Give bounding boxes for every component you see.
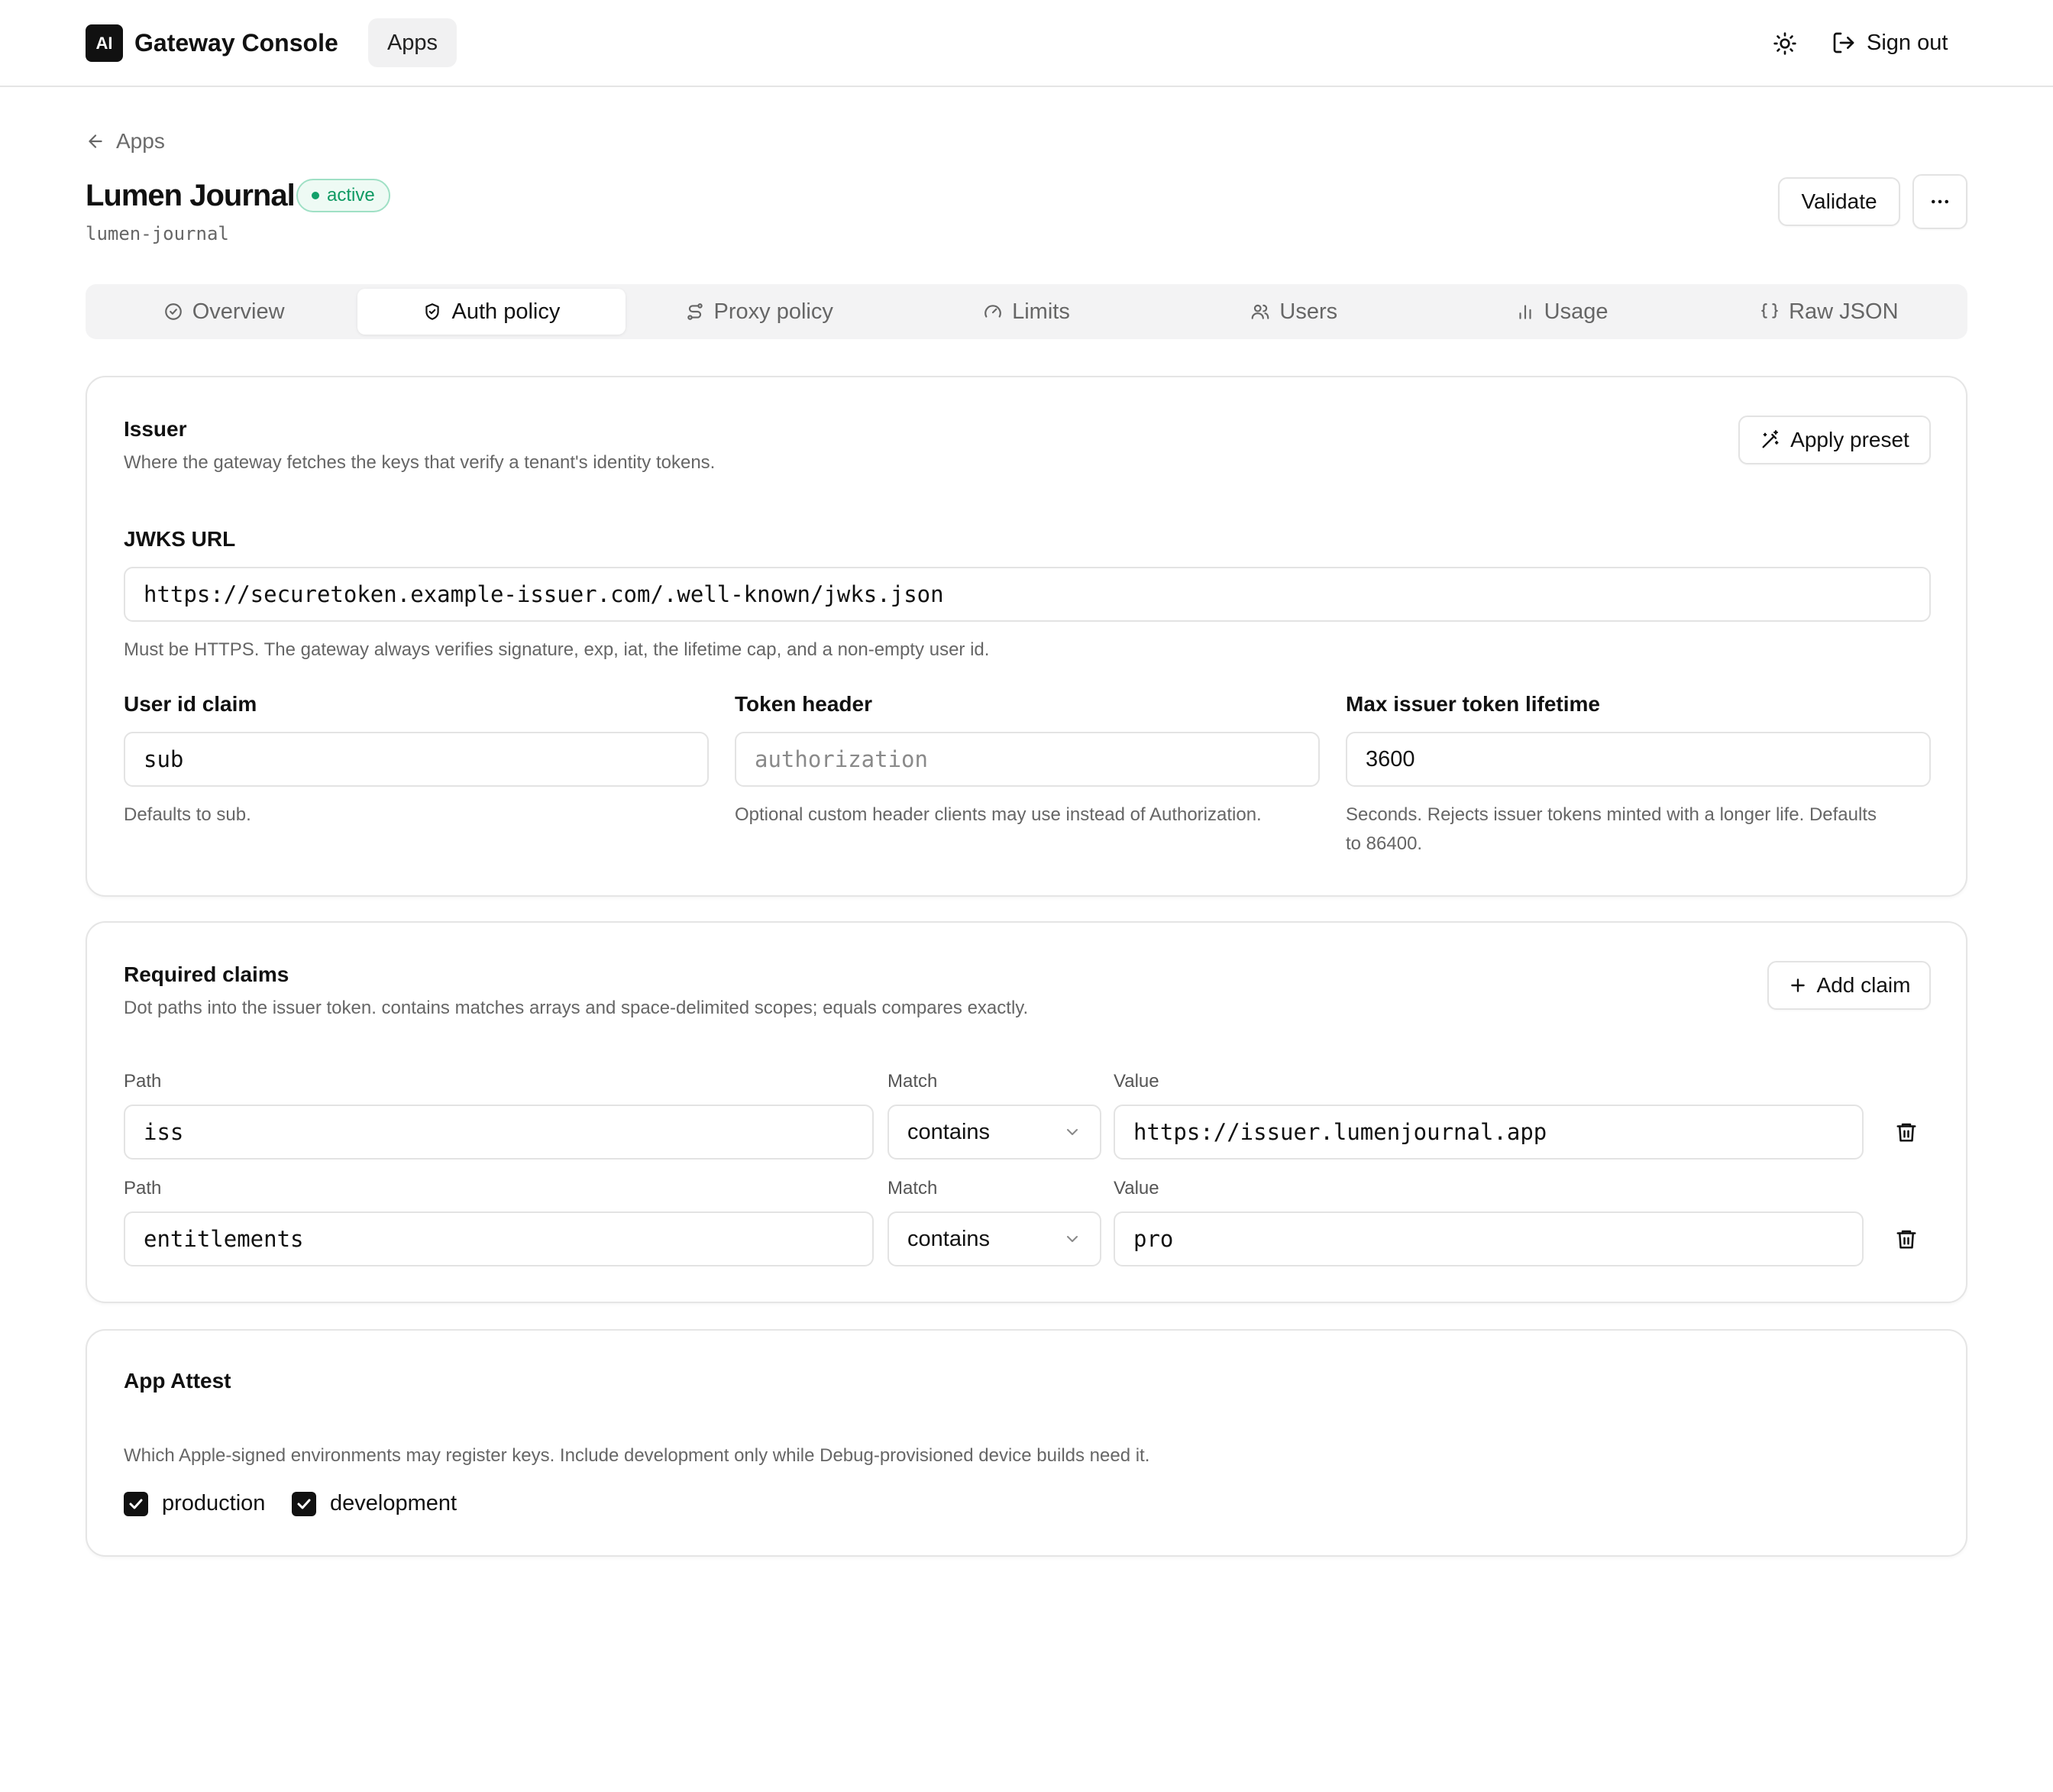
claim-match-select[interactable]: contains <box>887 1105 1101 1160</box>
claim-match-value: contains <box>907 1119 991 1144</box>
tab-label: Limits <box>1012 299 1070 324</box>
delete-claim-button[interactable] <box>1891 1224 1922 1254</box>
tab-auth-policy[interactable]: Auth policy <box>357 289 626 335</box>
value-label: Value <box>1114 1071 1159 1092</box>
arrow-left-icon <box>89 134 102 148</box>
tab-overview[interactable]: Overview <box>90 289 357 335</box>
add-claim-button[interactable]: Add claim <box>1767 961 1931 1010</box>
tab-label: Raw JSON <box>1789 299 1899 324</box>
claim-match-select[interactable]: contains <box>887 1211 1101 1266</box>
app-attest-description: Which Apple-signed environments may regi… <box>124 1445 1150 1466</box>
gauge-icon <box>984 305 1001 318</box>
trash-icon <box>1896 1123 1916 1142</box>
max-lifetime-hint-continued: to 86400. <box>1346 833 1423 854</box>
status-dot-icon <box>312 192 319 199</box>
jwks-url-input[interactable]: https://securetoken.example-issuer.com/.… <box>124 567 1931 622</box>
users-icon <box>1252 304 1269 319</box>
jwks-url-label: JWKS URL <box>124 527 236 551</box>
tab-usage[interactable]: Usage <box>1427 289 1695 335</box>
brand-title[interactable]: Gateway Console <box>134 24 338 62</box>
app-attest-title: App Attest <box>124 1369 231 1393</box>
claim-match-value: contains <box>907 1226 991 1251</box>
token-header-hint: Optional custom header clients may use i… <box>735 804 1262 825</box>
tab-users[interactable]: Users <box>1160 289 1427 335</box>
checkbox-checked-icon <box>292 1491 316 1516</box>
issuer-card: Issuer Where the gateway fetches the key… <box>86 376 1967 897</box>
magic-wand-icon <box>1762 430 1779 448</box>
token-header-label: Token header <box>735 692 872 716</box>
value-label: Value <box>1114 1178 1159 1198</box>
theme-toggle-button[interactable] <box>1769 27 1801 60</box>
back-label: Apps <box>116 129 165 153</box>
issuer-title: Issuer <box>124 417 187 441</box>
match-label: Match <box>887 1178 938 1198</box>
tab-label: Auth policy <box>451 299 561 324</box>
claim-path-input[interactable]: iss <box>124 1105 874 1160</box>
back-to-apps-link[interactable]: Apps <box>86 127 165 156</box>
match-label: Match <box>887 1071 938 1092</box>
tab-proxy-policy[interactable]: Proxy policy <box>626 289 893 335</box>
sign-out-label: Sign out <box>1867 30 1948 55</box>
app-slug: lumen-journal <box>86 223 229 244</box>
tab-label: Users <box>1279 299 1338 324</box>
shield-icon <box>425 303 440 320</box>
development-label: development <box>330 1491 457 1515</box>
max-lifetime-label: Max issuer token lifetime <box>1346 692 1601 716</box>
checkbox-checked-icon <box>124 1491 148 1516</box>
issuer-description: Where the gateway fetches the keys that … <box>124 452 716 473</box>
more-actions-button[interactable] <box>1912 174 1967 229</box>
max-lifetime-hint: Seconds. Rejects issuer tokens minted wi… <box>1346 804 1877 825</box>
token-header-input[interactable]: authorization <box>735 732 1320 787</box>
sign-out-button[interactable]: Sign out <box>1832 21 1948 64</box>
production-checkbox[interactable]: production <box>124 1491 265 1516</box>
status-badge: active <box>296 179 390 212</box>
status-label: active <box>327 185 375 205</box>
braces-icon <box>1761 303 1778 319</box>
required-claims-card: Required claims Dot paths into the issue… <box>86 921 1967 1303</box>
chevron-down-icon <box>1067 1236 1078 1242</box>
bar-chart-icon <box>1519 305 1531 319</box>
check-circle-icon <box>164 303 182 320</box>
delete-claim-button[interactable] <box>1891 1117 1922 1147</box>
claim-path-input[interactable]: entitlements <box>124 1211 874 1266</box>
claim-value-input[interactable]: https://issuer.lumenjournal.app <box>1114 1105 1864 1160</box>
tab-label: Overview <box>192 299 285 324</box>
path-label: Path <box>124 1178 162 1198</box>
nav-apps-link[interactable]: Apps <box>368 18 457 67</box>
required-claims-description: Dot paths into the issuer token. contain… <box>124 998 1029 1018</box>
claim-value-input[interactable]: pro <box>1114 1211 1864 1266</box>
page-title: Lumen Journal <box>86 179 296 212</box>
log-out-icon <box>1833 32 1854 53</box>
tab-label: Usage <box>1544 299 1608 324</box>
tab-raw-json[interactable]: Raw JSON <box>1696 289 1963 335</box>
top-bar: AI Gateway Console Apps Sign out <box>0 0 2053 87</box>
sun-icon <box>1773 32 1796 55</box>
path-label: Path <box>124 1071 162 1092</box>
chevron-down-icon <box>1067 1129 1078 1135</box>
development-checkbox[interactable]: development <box>292 1491 457 1516</box>
apply-preset-button[interactable]: Apply preset <box>1738 416 1931 464</box>
app-logo: AI <box>86 24 123 62</box>
validate-button[interactable]: Validate <box>1778 177 1900 226</box>
add-claim-label: Add claim <box>1816 973 1911 997</box>
max-lifetime-input[interactable]: 3600 <box>1346 732 1931 787</box>
production-label: production <box>162 1491 266 1515</box>
user-id-claim-input[interactable]: sub <box>124 732 709 787</box>
trash-icon <box>1896 1230 1916 1249</box>
tab-limits[interactable]: Limits <box>893 289 1160 335</box>
apply-preset-label: Apply preset <box>1790 428 1909 451</box>
route-icon <box>687 303 703 320</box>
user-id-claim-hint: Defaults to sub. <box>124 804 251 825</box>
plus-icon <box>1790 978 1805 992</box>
jwks-url-hint: Must be HTTPS. The gateway always verifi… <box>124 639 990 660</box>
required-claims-title: Required claims <box>124 962 289 986</box>
user-id-claim-label: User id claim <box>124 692 257 716</box>
tab-label: Proxy policy <box>713 299 833 324</box>
ellipsis-icon <box>1932 199 1948 204</box>
app-attest-card: App Attest Which Apple-signed environmen… <box>86 1329 1967 1557</box>
tab-bar: Overview Auth policy Proxy policy Limits… <box>86 284 1967 339</box>
